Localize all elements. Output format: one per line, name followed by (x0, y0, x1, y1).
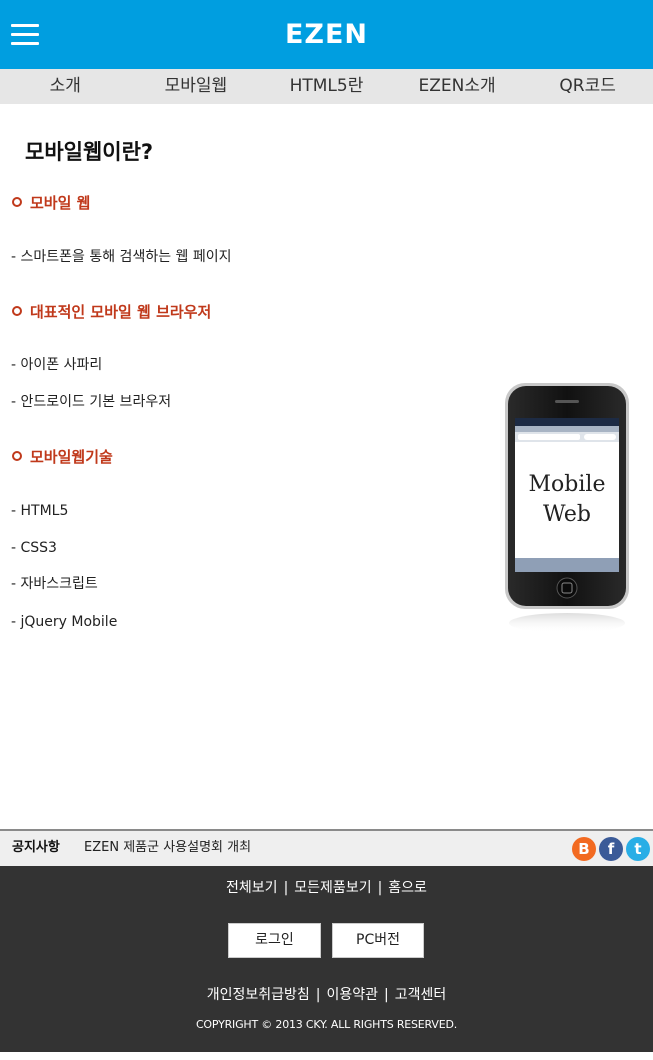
notice-bar: 공지사항 EZEN 제품군 사용설명회 개최 B f t (0, 829, 653, 866)
terms-link[interactable]: 이용약관 (326, 987, 378, 1003)
list-item: - jQuery Mobile (11, 614, 118, 630)
all-products-link[interactable]: 모든제품보기 (294, 880, 371, 896)
circle-bullet-icon (12, 306, 22, 316)
section-heading-browsers: 대표적인 모바일 웹 브라우저 (12, 301, 211, 323)
top-header: EZEN (0, 0, 653, 69)
phone-screen-text-1: Mobile (529, 472, 606, 497)
list-item: - 안드로이드 기본 브라우저 (11, 394, 172, 410)
nav-item-intro[interactable]: 소개 (0, 69, 131, 104)
nav-item-mobile-web[interactable]: 모바일웹 (131, 69, 262, 104)
mobile-phone-image: Mobile Web (505, 383, 629, 633)
list-item: - 자바스크립트 (11, 576, 98, 592)
notice-link[interactable]: EZEN 제품군 사용설명회 개최 (84, 839, 251, 857)
facebook-icon[interactable]: f (599, 837, 623, 861)
page-title: 모바일웹이란? (25, 140, 154, 164)
list-item: - 스마트폰을 통해 검색하는 웹 페이지 (11, 249, 232, 265)
separator: | (283, 880, 289, 896)
footer: 전체보기 | 모든제품보기 | 홈으로 로그인 PC버전 개인정보취급방침 | 이용약관 | 고… (0, 866, 653, 1052)
nav-item-ezen-intro[interactable]: EZEN소개 (392, 69, 523, 104)
privacy-policy-link[interactable]: 개인정보취급방침 (207, 987, 310, 1003)
circle-bullet-icon (12, 451, 22, 461)
twitter-icon[interactable]: t (626, 837, 650, 861)
login-button[interactable]: 로그인 (228, 923, 321, 958)
pc-version-button[interactable]: PC버전 (332, 923, 424, 958)
separator: | (384, 987, 389, 1003)
copyright-text: COPYRIGHT © 2013 CKY. ALL RIGHTS RESERVE… (195, 1018, 458, 1031)
customer-center-link[interactable]: 고객센터 (395, 987, 447, 1003)
section-heading-text: 모바일 웹 (30, 194, 91, 212)
circle-bullet-icon (12, 197, 22, 207)
site-logo[interactable]: EZEN (0, 18, 653, 52)
list-item: - 아이폰 사파리 (11, 357, 103, 373)
separator: | (377, 880, 383, 896)
nav-item-qr-code[interactable]: QR코드 (522, 69, 653, 104)
section-heading-text: 대표적인 모바일 웹 브라우저 (30, 303, 212, 321)
blog-icon[interactable]: B (572, 837, 596, 861)
section-heading-text: 모바일웹기술 (30, 448, 113, 466)
home-link[interactable]: 홈으로 (388, 880, 427, 896)
section-heading-mobile-web: 모바일 웹 (12, 192, 90, 214)
nav-item-html5[interactable]: HTML5란 (261, 69, 392, 104)
footer-top-links: 전체보기 | 모든제품보기 | 홈으로 (0, 878, 653, 898)
list-item: - HTML5 (11, 503, 69, 519)
footer-bottom-links: 개인정보취급방침 | 이용약관 | 고객센터 (0, 985, 653, 1005)
separator: | (315, 987, 321, 1003)
notice-label: 공지사항 (12, 840, 60, 855)
list-item: - CSS3 (11, 540, 57, 556)
section-heading-technologies: 모바일웹기술 (12, 446, 113, 468)
phone-screen-text-2: Web (543, 502, 591, 527)
view-all-link[interactable]: 전체보기 (226, 880, 278, 896)
main-nav: 소개 모바일웹 HTML5란 EZEN소개 QR코드 (0, 69, 653, 104)
